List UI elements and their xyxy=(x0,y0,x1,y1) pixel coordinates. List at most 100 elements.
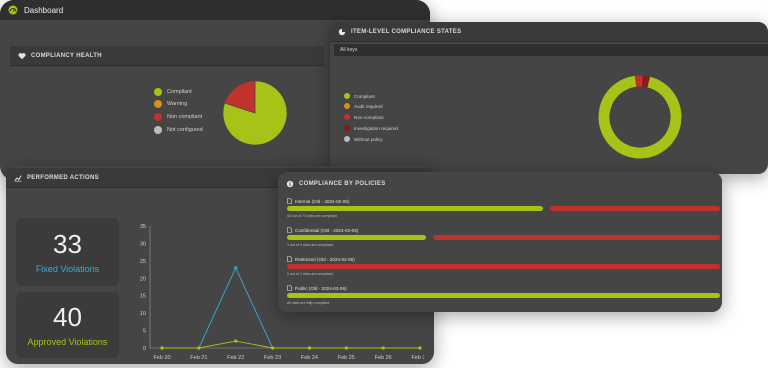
legend-label: Investigation required xyxy=(354,125,398,131)
policy-compliant-bar xyxy=(287,235,426,240)
policy-summary: 0 out of 1 sites are compliant xyxy=(287,272,333,276)
heart-icon xyxy=(18,52,26,59)
data-point[interactable] xyxy=(270,346,275,350)
y-tick-label: 10 xyxy=(140,311,146,317)
donut-segment-non-compliant[interactable] xyxy=(596,73,683,160)
policies-header: COMPLIANCE BY POLICIES xyxy=(278,174,722,194)
data-point[interactable] xyxy=(234,339,238,343)
without-policy-dot xyxy=(344,136,350,142)
policy-non-compliant-bar xyxy=(287,264,720,269)
approved-violations-value: 40 xyxy=(53,301,82,332)
policy-non-compliant-bar xyxy=(432,235,720,240)
y-tick-label: 5 xyxy=(143,329,146,335)
x-tick-label: Feb 24 xyxy=(301,355,318,361)
data-point[interactable] xyxy=(381,346,385,350)
document-icon xyxy=(287,256,292,262)
legend-label: Warning xyxy=(167,101,188,107)
policy-name[interactable]: Restricted (Old - 2024-02-06) xyxy=(287,256,355,262)
warning-dot xyxy=(154,100,162,108)
y-tick-label: 35 xyxy=(140,224,146,230)
legend-label: Non compliant xyxy=(167,114,203,120)
legend-label: Non-compliant xyxy=(354,114,384,120)
data-point[interactable] xyxy=(234,266,238,270)
data-point[interactable] xyxy=(344,346,348,350)
x-tick-label: Feb 25 xyxy=(338,355,355,361)
fixed-violations-label: Fixed Violations xyxy=(35,263,100,274)
y-tick-label: 20 xyxy=(140,276,146,282)
policy-name[interactable]: Internal (Old - 2024-02-06) xyxy=(287,198,349,204)
approved-violations-card[interactable]: 40 Approved Violations xyxy=(16,292,119,358)
policy-name-text: Internal (Old - 2024-02-06) xyxy=(295,198,350,204)
fixed-violations-value: 33 xyxy=(53,228,82,259)
legend-compliant: Compliant xyxy=(154,88,192,96)
pie-icon xyxy=(338,28,346,35)
item-level-panel: ITEM-LEVEL COMPLIANCE STATES All keys Co… xyxy=(330,22,768,174)
legend-label: Compliant xyxy=(167,89,192,95)
keys-filter-select[interactable]: All keys xyxy=(334,44,768,56)
app-title: Dashboard xyxy=(24,5,64,15)
health-title: COMPLIANCY HEALTH xyxy=(31,52,102,59)
x-tick-label: Feb 26 xyxy=(375,355,392,361)
policies-title: COMPLIANCE BY POLICIES xyxy=(299,181,386,187)
policy-summary: 44 out of 74 sites are compliant xyxy=(287,214,337,218)
policy-name-text: Public (Old - 2024-02-06) xyxy=(295,285,347,291)
audit-dot xyxy=(344,103,350,109)
legend-audit: Audit required xyxy=(344,103,383,109)
fixed-violations-card[interactable]: 33 Fixed Violations xyxy=(16,218,119,286)
legend-warning: Warning xyxy=(154,100,187,108)
document-icon xyxy=(287,227,292,233)
item-level-header: ITEM-LEVEL COMPLIANCE STATES xyxy=(330,22,768,42)
legend-label: Without policy xyxy=(354,136,383,142)
legend-not-configured: Not configured xyxy=(154,126,203,134)
health-header: COMPLIANCY HEALTH xyxy=(10,46,324,66)
x-tick-label: Feb 21 xyxy=(190,355,207,361)
item-level-donut-chart xyxy=(596,73,683,160)
actions-title: PERFORMED ACTIONS xyxy=(27,174,99,181)
legend-label: Compliant xyxy=(354,93,375,99)
policies-panel: COMPLIANCE BY POLICIES Internal (Old - 2… xyxy=(278,172,722,312)
item-level-title: ITEM-LEVEL COMPLIANCE STATES xyxy=(351,28,462,35)
policy-name[interactable]: Confidential (Old - 2024-02-06) xyxy=(287,227,358,233)
policy-summary: 1 out of 3 sites are compliant xyxy=(287,243,333,247)
document-icon xyxy=(287,198,292,204)
legend-compliant: Compliant xyxy=(344,93,375,99)
x-tick-label: Feb 20 xyxy=(153,355,170,361)
data-point[interactable] xyxy=(307,346,312,350)
document-icon xyxy=(287,285,292,291)
legend-non-compliant: Non-compliant xyxy=(344,114,384,120)
x-tick-label: Feb 27 xyxy=(411,355,424,361)
not-configured-dot xyxy=(154,126,162,134)
legend-without-policy: Without policy xyxy=(344,136,383,142)
legend-investigation: Investigation required xyxy=(344,125,398,131)
data-point[interactable] xyxy=(197,346,201,350)
compliant-dot xyxy=(344,93,350,99)
y-tick-label: 25 xyxy=(140,259,146,265)
policy-name-text: Restricted (Old - 2024-02-06) xyxy=(295,256,355,262)
approved-violations-label: Approved Violations xyxy=(27,336,108,347)
legend-label: Not configured xyxy=(167,127,203,133)
policy-compliant-bar xyxy=(287,293,720,298)
policy-non-compliant-bar xyxy=(549,206,720,211)
y-tick-label: 0 xyxy=(143,346,146,352)
x-tick-label: Feb 23 xyxy=(264,355,281,361)
y-tick-label: 15 xyxy=(140,294,146,300)
health-pie-chart xyxy=(222,80,288,146)
non-compliant-dot xyxy=(344,114,350,120)
compliant-dot xyxy=(154,88,162,96)
legend-label: Audit required xyxy=(354,103,383,109)
filter-value: All keys xyxy=(340,47,358,53)
policy-name-text: Confidential (Old - 2024-02-06) xyxy=(295,227,359,233)
investigation-dot xyxy=(344,125,350,131)
info-icon xyxy=(286,180,294,188)
data-point[interactable] xyxy=(160,346,164,350)
dashboard-icon xyxy=(8,5,18,15)
data-point[interactable] xyxy=(418,346,422,350)
policy-compliant-bar xyxy=(287,206,543,211)
policy-name[interactable]: Public (Old - 2024-02-06) xyxy=(287,285,347,291)
y-tick-label: 30 xyxy=(140,241,146,247)
non-compliant-dot xyxy=(154,113,162,121)
chart-line-icon xyxy=(14,174,22,182)
title-bar: Dashboard xyxy=(0,0,430,20)
legend-non-compliant: Non compliant xyxy=(154,113,202,121)
x-tick-label: Feb 22 xyxy=(227,355,244,361)
